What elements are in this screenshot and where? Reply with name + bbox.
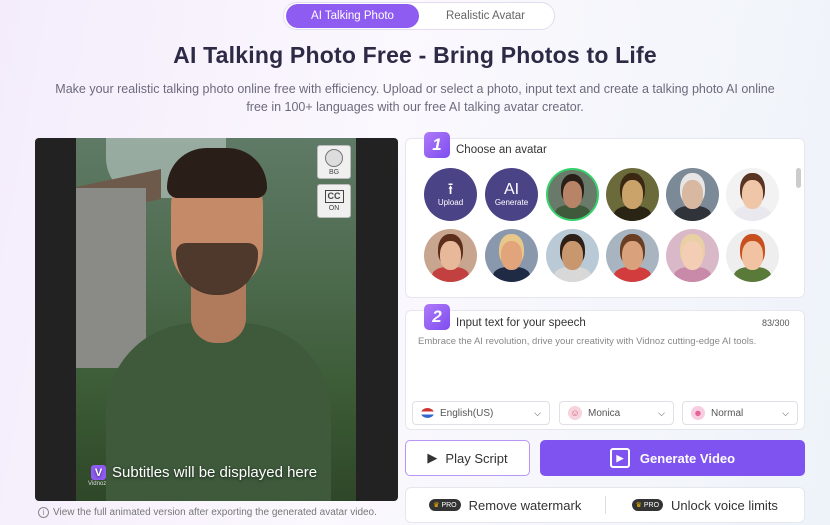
voice-select[interactable]: ☺ Monica ⌵ (559, 401, 674, 425)
avatar-cartoon-boy[interactable] (726, 168, 779, 221)
chevron-down-icon: ⌵ (534, 407, 541, 418)
vidnoz-logo-icon: V (91, 465, 106, 480)
crown-icon: ♛ (635, 502, 642, 509)
tab-ai-talking-photo[interactable]: AI Talking Photo (286, 4, 419, 28)
voice-value: Monica (588, 407, 621, 419)
remove-watermark-label: Remove watermark (468, 497, 582, 513)
mode-tabs: AI Talking Photo Realistic Avatar (283, 2, 555, 30)
pro-features-bar: ♛ PRO Remove watermark ♛ PRO Unlock voice … (405, 487, 805, 523)
remove-watermark-button[interactable]: ♛ PRO Remove watermark (406, 498, 605, 513)
character-counter: 83/300 (762, 318, 790, 328)
watermark-text: Vidnoz (88, 481, 107, 487)
captions-toggle[interactable]: CC ON (317, 184, 351, 218)
avatar-cartoon-girl-brown[interactable] (424, 229, 477, 282)
avatar-trump[interactable] (485, 229, 538, 282)
generate-label: Generate (494, 198, 529, 207)
play-script-label: Play Script (445, 450, 508, 466)
chevron-down-icon: ⌵ (658, 407, 665, 418)
pro-badge: ♛ PRO (631, 499, 664, 511)
step-2-badge: 2 (424, 304, 450, 330)
background-button[interactable]: BG (317, 145, 351, 179)
avatar-preview: BG CC ON V Subtitles will be displayed h… (35, 138, 398, 501)
avatar-mona-lisa[interactable] (606, 168, 659, 221)
generate-video-label: Generate Video (639, 450, 736, 466)
avatar-ronaldo[interactable] (546, 229, 599, 282)
export-note-text: View the full animated version after exp… (53, 507, 377, 518)
step-1-badge: 1 (424, 132, 450, 158)
chevron-down-icon: ⌵ (782, 407, 789, 418)
upload-avatar-button[interactable]: ⭱ Upload (424, 168, 477, 221)
speech-textarea[interactable]: Embrace the AI revolution, drive your cr… (418, 336, 798, 347)
avatar-messi[interactable] (606, 229, 659, 282)
emotion-select[interactable]: ☻ Normal ⌵ (682, 401, 798, 425)
avatar-photo (76, 138, 356, 501)
language-select[interactable]: English(US) ⌵ (412, 401, 550, 425)
captions-state: ON (328, 205, 340, 212)
avatar-cartoon-blonde[interactable] (666, 229, 719, 282)
speech-text-title: Input text for your speech (456, 317, 586, 329)
upload-icon: ⭱ (447, 181, 454, 198)
play-icon: ▶ (427, 450, 438, 465)
choose-avatar-title: Choose an avatar (456, 144, 547, 156)
pro-badge: ♛ PRO (429, 499, 461, 511)
info-icon: i (38, 507, 49, 518)
avatar-cartoon-redhead[interactable] (726, 229, 779, 282)
play-script-button[interactable]: ▶ Play Script (405, 440, 530, 476)
unlock-voice-button[interactable]: ♛ PRO Unlock voice limits (606, 498, 805, 513)
generate-video-button[interactable]: ▶ Generate Video (540, 440, 805, 476)
avatar-einstein[interactable] (666, 168, 719, 221)
avatar-man-green-shirt[interactable] (546, 168, 599, 221)
upload-label: Upload (437, 198, 464, 207)
emotion-value: Normal (711, 407, 744, 419)
emotion-smile-icon: ☻ (691, 406, 705, 420)
page-description: Make your realistic talking photo online… (55, 82, 775, 114)
ai-generate-avatar-button[interactable]: AI Generate (485, 168, 538, 221)
avatar-scrollbar[interactable] (796, 168, 801, 188)
page-title: AI Talking Photo Free - Bring Photos to … (173, 42, 657, 68)
language-value: English(US) (440, 407, 494, 419)
video-frame-icon: ▶ (609, 448, 630, 468)
subtitle-placeholder: V Subtitles will be displayed here (91, 464, 317, 481)
voice-person-icon: ☺ (568, 406, 582, 420)
export-note: i View the full animated version after e… (38, 507, 377, 518)
tab-realistic-avatar[interactable]: Realistic Avatar (419, 4, 552, 28)
background-icon (325, 148, 343, 167)
cc-icon: CC (324, 190, 344, 203)
us-flag-icon (421, 408, 434, 418)
subtitle-text: Subtitles will be displayed here (112, 464, 318, 481)
crown-icon: ♛ (433, 502, 440, 509)
unlock-voice-label: Unlock voice limits (671, 497, 778, 513)
ai-label: AI (503, 181, 520, 198)
background-label: BG (328, 168, 340, 176)
